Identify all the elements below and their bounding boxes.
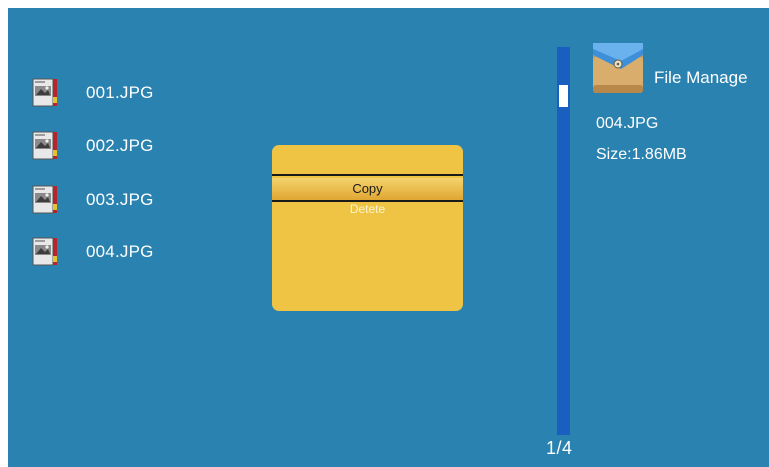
scrollbar-track[interactable] — [557, 47, 570, 435]
menu-divider-top — [272, 174, 463, 176]
image-file-icon — [32, 131, 58, 161]
selected-file-name: 004.JPG — [596, 115, 659, 132]
image-file-icon — [32, 237, 58, 267]
file-name: 001.JPG — [86, 83, 154, 102]
selected-file-size: Size:1.86MB — [596, 146, 687, 163]
file-manager-screen: 001.JPG 002.JPG 003.JPG 004.JPG Copy Det… — [8, 8, 769, 467]
menu-item-copy[interactable]: Copy — [272, 178, 463, 200]
image-file-icon — [32, 185, 58, 215]
file-name: 002.JPG — [86, 136, 154, 155]
panel-title: File Manage — [654, 68, 748, 87]
file-item[interactable]: 003.JPG — [32, 184, 232, 216]
context-menu-popup: Copy Detete — [272, 145, 463, 311]
file-name: 004.JPG — [86, 242, 154, 261]
file-item[interactable]: 001.JPG — [32, 77, 232, 109]
scrollbar-thumb[interactable] — [559, 85, 568, 107]
file-item[interactable]: 004.JPG — [32, 236, 232, 268]
image-file-icon — [32, 78, 58, 108]
page-indicator: 1/4 — [546, 438, 573, 458]
file-name: 003.JPG — [86, 190, 154, 209]
folder-icon — [591, 39, 647, 97]
file-item[interactable]: 002.JPG — [32, 130, 232, 162]
menu-item-delete[interactable]: Detete — [272, 202, 463, 218]
